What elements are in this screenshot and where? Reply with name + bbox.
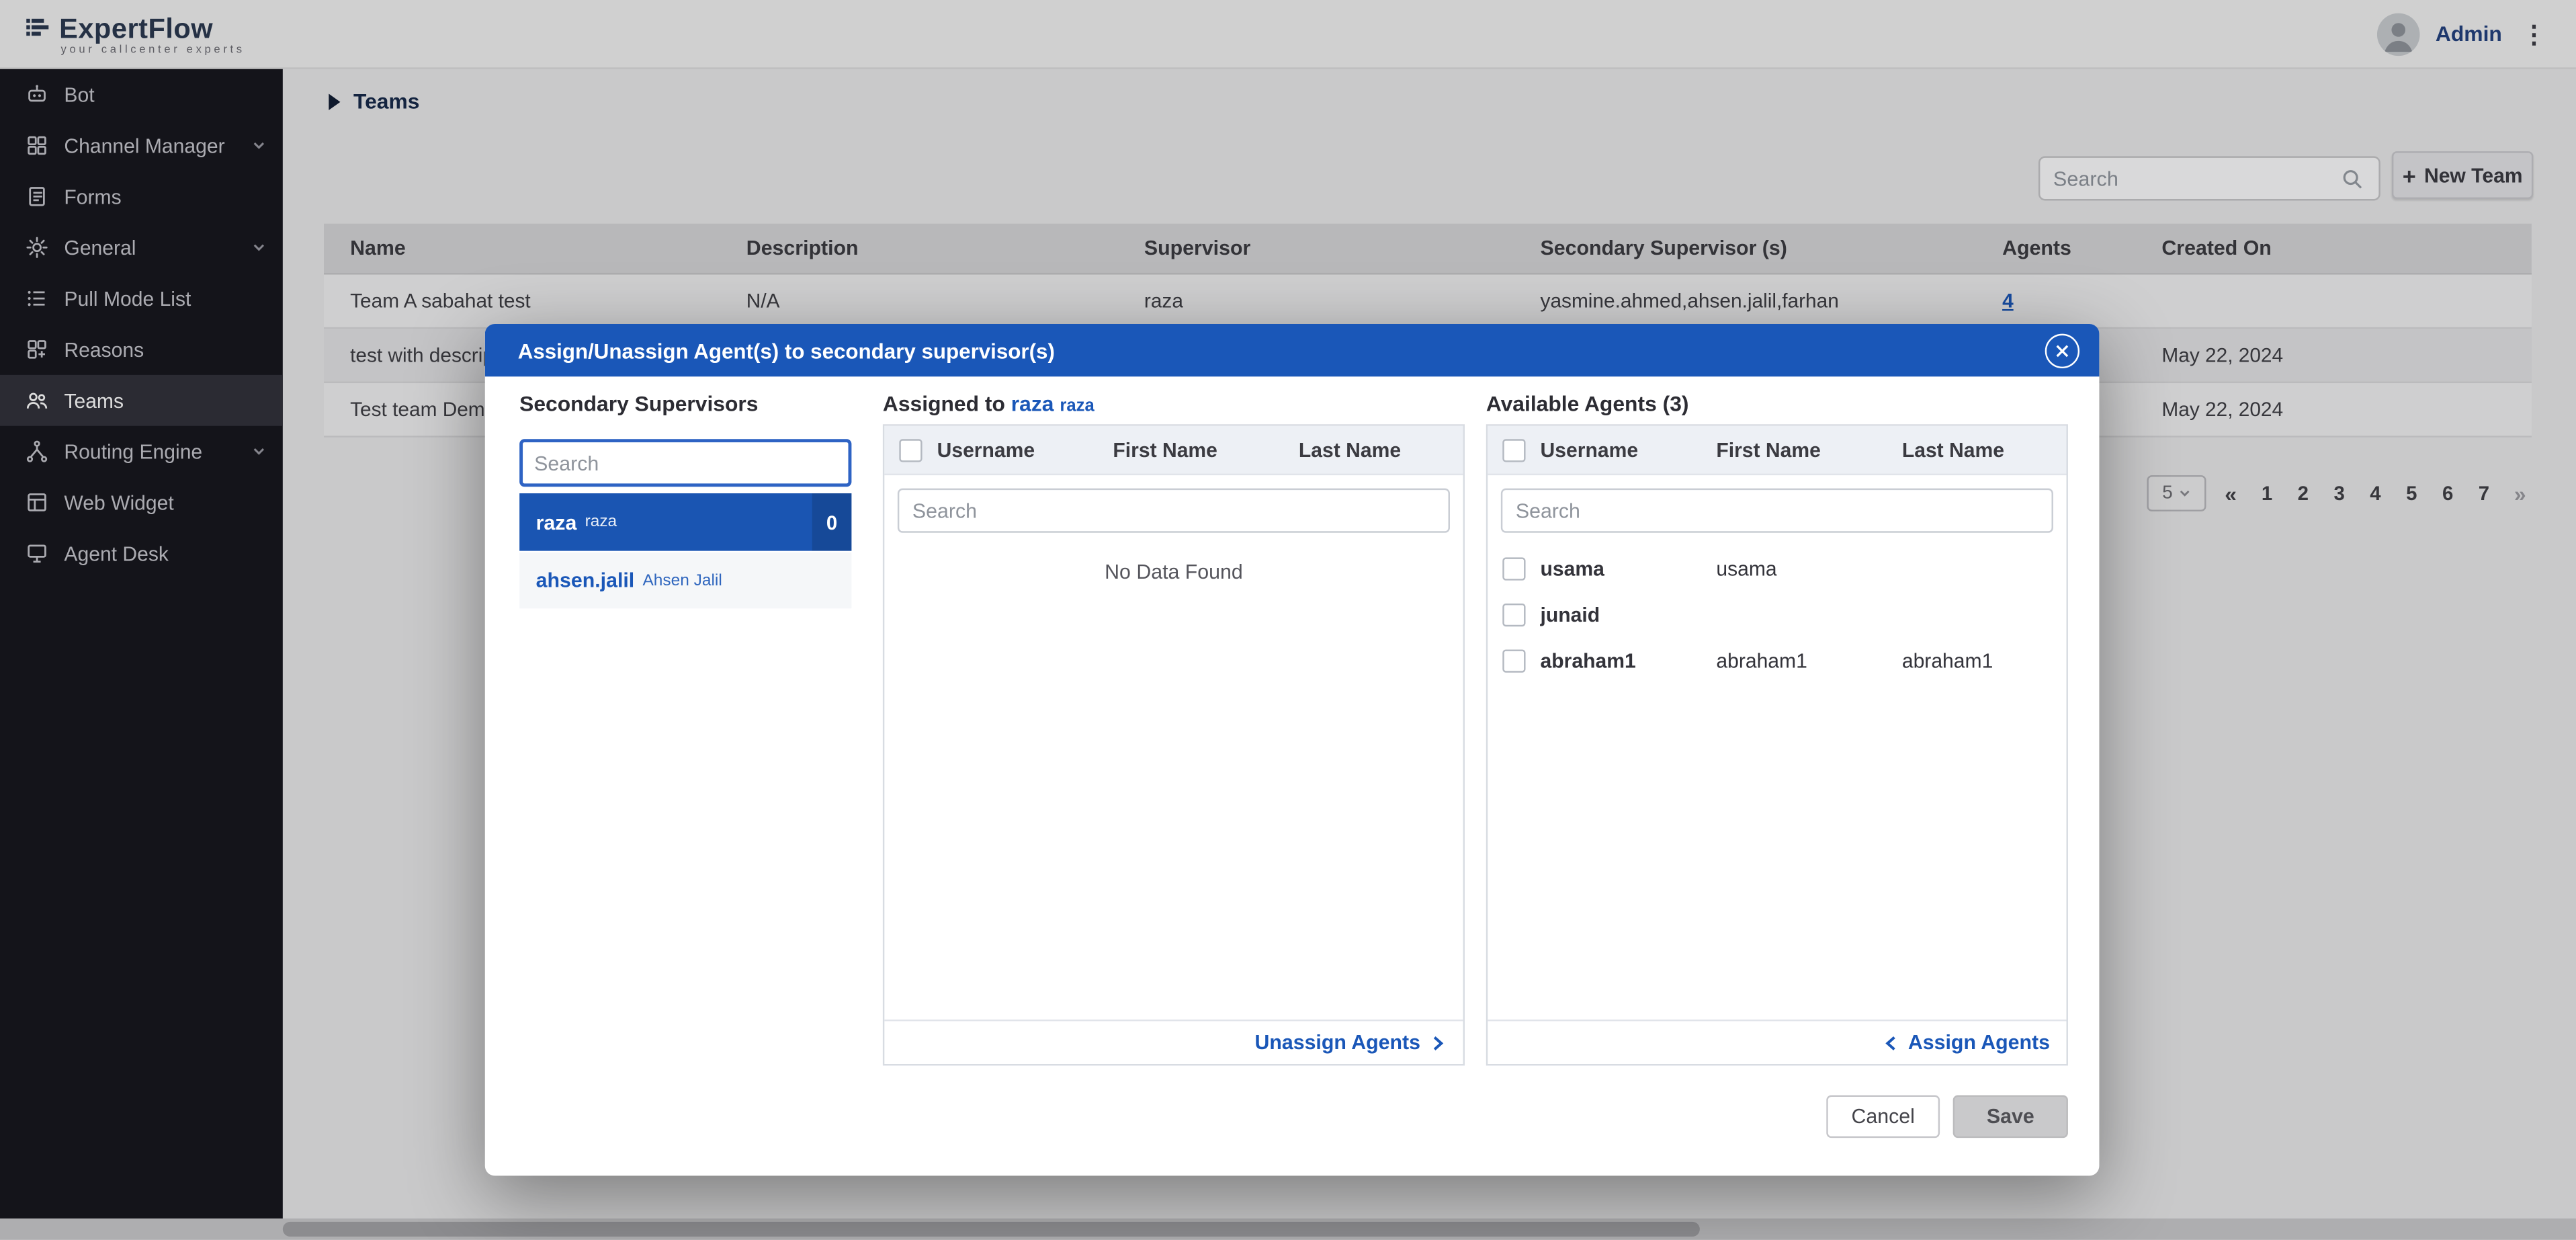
available-agents-panel: Username First Name Last Name usama usam… — [1486, 424, 2068, 1065]
supervisor-search-input[interactable] — [534, 452, 836, 474]
agent-row[interactable]: junaid — [1488, 592, 2066, 638]
dialog-header: Assign/Unassign Agent(s) to secondary su… — [485, 324, 2100, 376]
available-select-all-checkbox[interactable] — [1502, 438, 1525, 461]
agent-row[interactable]: abraham1 abraham1 abraham1 — [1488, 638, 2066, 684]
column-username: Username — [937, 438, 1113, 461]
no-data-text: No Data Found — [884, 561, 1463, 583]
assigned-panel-body: No Data Found — [884, 546, 1463, 1020]
assign-agents-button[interactable]: Assign Agents — [1488, 1020, 2066, 1064]
chevron-left-icon — [1882, 1034, 1900, 1052]
assigned-supervisor-fullname: raza — [1060, 397, 1094, 416]
column-last-name: Last Name — [1902, 438, 2067, 461]
available-search-box — [1501, 489, 2053, 533]
available-panel-header: Username First Name Last Name — [1488, 426, 2066, 475]
agent-checkbox[interactable] — [1502, 649, 1525, 672]
supervisor-search-box — [519, 439, 851, 487]
assigned-search-input[interactable] — [912, 499, 1435, 522]
assigned-heading: Assigned to raza raza — [883, 391, 1094, 416]
save-button[interactable]: Save — [1953, 1096, 2068, 1139]
available-panel-body: usama usama junaid abraham1 abraham1 abr… — [1488, 546, 2066, 1020]
agent-row[interactable]: usama usama — [1488, 546, 2066, 592]
supervisor-item-ahsen-jalil[interactable]: ahsen.jalil Ahsen Jalil — [519, 552, 851, 608]
unassign-agents-button[interactable]: Unassign Agents — [884, 1020, 1463, 1064]
chevron-right-icon — [1428, 1034, 1447, 1052]
agent-checkbox[interactable] — [1502, 557, 1525, 580]
column-username: Username — [1541, 438, 1717, 461]
assigned-count-badge: 0 — [812, 493, 852, 551]
assigned-search-box — [898, 489, 1450, 533]
supervisor-item-raza[interactable]: raza raza 0 — [519, 493, 851, 551]
assigned-panel-header: Username First Name Last Name — [884, 426, 1463, 475]
app-root: ExpertFlow your callcenter experts Admin… — [0, 0, 2576, 1240]
column-first-name: First Name — [1716, 438, 1901, 461]
column-last-name: Last Name — [1299, 438, 1463, 461]
assigned-supervisor-username: raza — [1011, 391, 1054, 416]
agent-checkbox[interactable] — [1502, 604, 1525, 626]
assign-agents-dialog: Assign/Unassign Agent(s) to secondary su… — [485, 324, 2100, 1175]
assigned-select-all-checkbox[interactable] — [899, 438, 922, 461]
column-first-name: First Name — [1113, 438, 1298, 461]
assigned-agents-panel: Username First Name Last Name No Data Fo… — [883, 424, 1465, 1065]
dialog-title: Assign/Unassign Agent(s) to secondary su… — [518, 338, 1055, 363]
cancel-button[interactable]: Cancel — [1826, 1096, 1940, 1139]
available-agents-heading: Available Agents (3) — [1486, 391, 1689, 416]
available-search-input[interactable] — [1516, 499, 2038, 522]
secondary-supervisors-heading: Secondary Supervisors — [519, 391, 758, 416]
close-icon[interactable] — [2045, 333, 2079, 367]
